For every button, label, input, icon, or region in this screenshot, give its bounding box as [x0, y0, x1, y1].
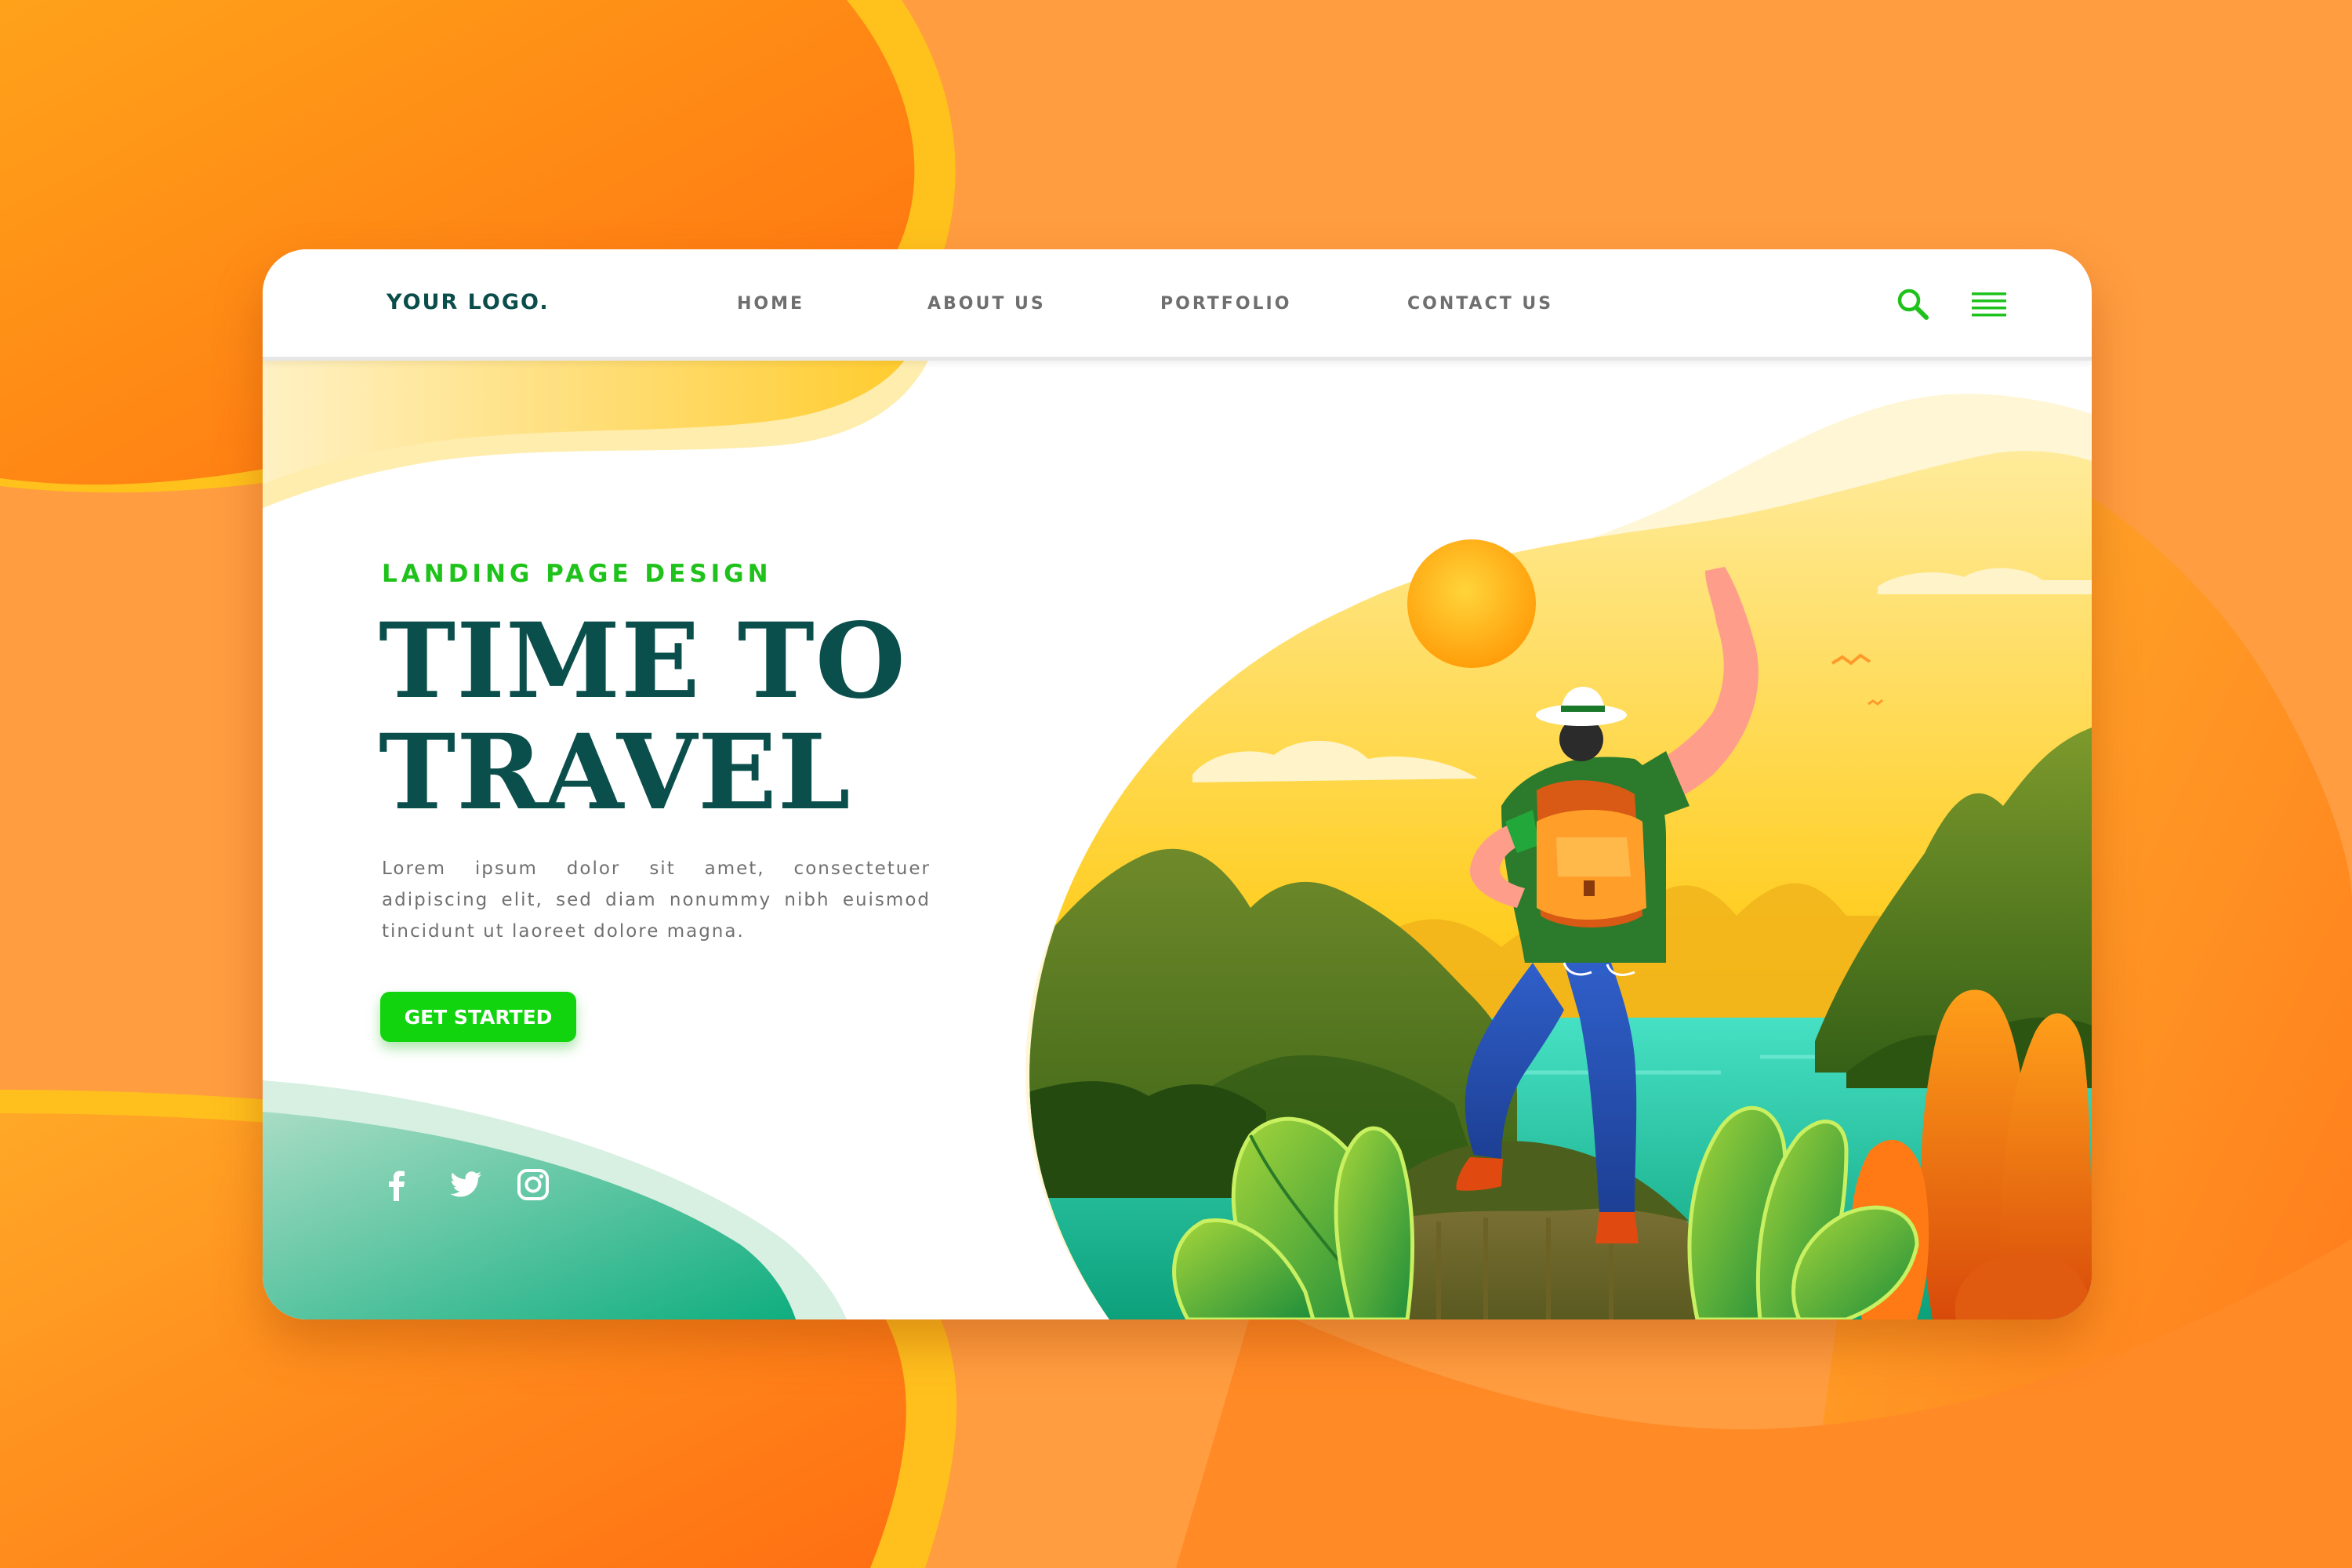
nav-home[interactable]: HOME — [737, 294, 804, 314]
sun-shape — [1407, 539, 1536, 668]
traveler-illustration — [1025, 394, 2092, 1319]
hero-title-line-2: TRAVEL — [379, 712, 851, 833]
search-icon[interactable] — [1893, 285, 1934, 325]
instagram-icon[interactable] — [515, 1167, 551, 1203]
facebook-icon[interactable] — [379, 1167, 415, 1203]
landing-card: YOUR LOGO. HOME ABOUT US PORTFOLIO CONTA… — [263, 249, 2092, 1319]
hero-title: TIME TO TRAVEL — [379, 606, 1022, 829]
nav-about-us[interactable]: ABOUT US — [927, 294, 1046, 314]
hero-description: Lorem ipsum dolor sit amet, consectetuer… — [382, 858, 931, 942]
menu-icon[interactable] — [1969, 285, 2009, 325]
nav-contact-us[interactable]: CONTACT US — [1407, 294, 1553, 314]
nav-portfolio[interactable]: PORTFOLIO — [1160, 294, 1291, 314]
get-started-button[interactable]: GET STARTED — [380, 992, 576, 1042]
hero-title-line-1: TIME TO — [379, 601, 906, 722]
brand-logo[interactable]: YOUR LOGO. — [387, 290, 550, 314]
hero-eyebrow: LANDING PAGE DESIGN — [382, 560, 772, 588]
top-navbar: YOUR LOGO. HOME ABOUT US PORTFOLIO CONTA… — [263, 249, 2092, 361]
twitter-icon[interactable] — [448, 1167, 484, 1203]
